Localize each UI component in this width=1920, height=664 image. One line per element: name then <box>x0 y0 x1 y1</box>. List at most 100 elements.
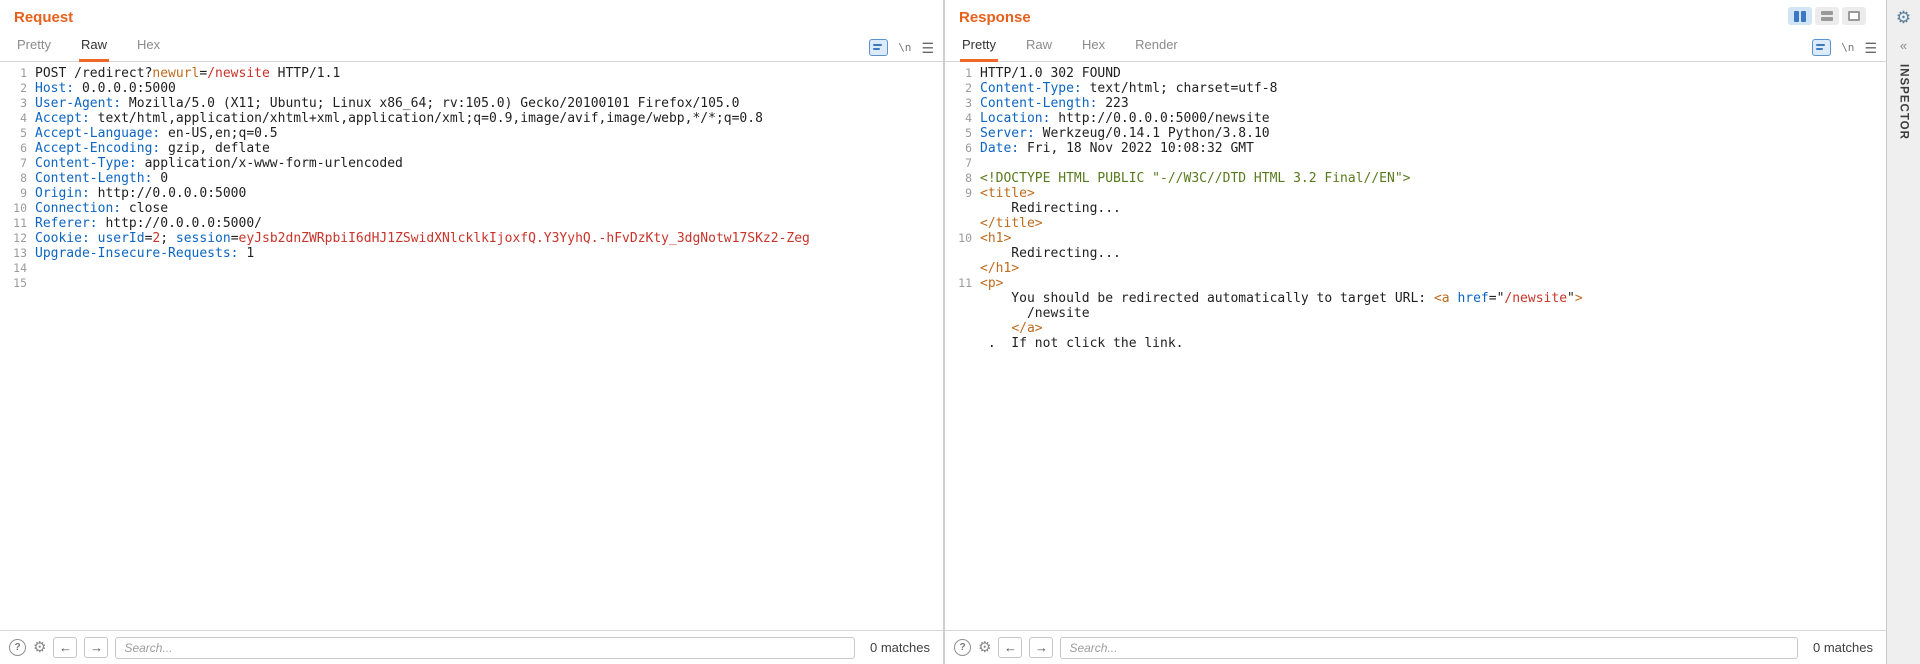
show-newlines-button[interactable]: \n <box>1841 42 1854 53</box>
tab-pretty[interactable]: Pretty <box>960 37 998 62</box>
help-icon[interactable]: ? <box>954 639 971 656</box>
help-icon[interactable]: ? <box>9 639 26 656</box>
inspector-rail[interactable]: ⚙ « INSPECTOR <box>1886 0 1920 664</box>
code-line: 8<!DOCTYPE HTML PUBLIC "-//W3C//DTD HTML… <box>945 171 1886 186</box>
code-line: 5Server: Werkzeug/0.14.1 Python/3.8.10 <box>945 126 1886 141</box>
pretty-print-toggle-button[interactable] <box>1812 39 1831 56</box>
code-line: 2Host: 0.0.0.0:5000 <box>0 81 943 96</box>
line-number: 6 <box>945 141 980 156</box>
editor-menu-icon[interactable]: ☰ <box>921 41 934 55</box>
code-line: 7 <box>945 156 1886 171</box>
code-line: 12Cookie: userId=2; session=eyJsb2dnZWRp… <box>0 231 943 246</box>
line-number: 2 <box>0 81 35 96</box>
show-newlines-button[interactable]: \n <box>898 42 911 53</box>
line-number: 8 <box>945 171 980 186</box>
request-panel: Request Pretty Raw Hex \n ☰ 1POST /redirec… <box>0 0 943 664</box>
code-line: Redirecting... <box>945 201 1886 216</box>
request-tabs: Pretty Raw Hex <box>0 37 162 61</box>
tab-hex[interactable]: Hex <box>135 37 162 62</box>
response-tabbar: Pretty Raw Hex Render \n ☰ <box>945 28 1886 62</box>
line-number: 1 <box>945 66 980 81</box>
search-next-button[interactable]: → <box>84 637 108 658</box>
code-line: 13Upgrade-Insecure-Requests: 1 <box>0 246 943 261</box>
line-number: 11 <box>945 276 980 291</box>
code-line: 11Referer: http://0.0.0.0:5000/ <box>0 216 943 231</box>
line-number: 10 <box>945 231 980 246</box>
line-number: 5 <box>0 126 35 141</box>
code-line: 6Accept-Encoding: gzip, deflate <box>0 141 943 156</box>
line-number <box>945 291 980 306</box>
line-number: 14 <box>0 261 35 276</box>
request-panel-title: Request <box>0 0 943 28</box>
layout-single-button[interactable] <box>1842 7 1866 25</box>
line-number: 4 <box>0 111 35 126</box>
rows-icon <box>1821 11 1833 21</box>
layout-rows-button[interactable] <box>1815 7 1839 25</box>
code-line: 1HTTP/1.0 302 FOUND <box>945 66 1886 81</box>
tab-pretty[interactable]: Pretty <box>15 37 53 62</box>
line-number: 9 <box>0 186 35 201</box>
line-number: 3 <box>945 96 980 111</box>
line-number: 4 <box>945 111 980 126</box>
line-number <box>945 306 980 321</box>
line-number: 5 <box>945 126 980 141</box>
search-input[interactable] <box>115 637 855 659</box>
search-settings-gear-icon[interactable]: ⚙ <box>978 640 991 655</box>
collapse-inspector-icon[interactable]: « <box>1900 39 1907 52</box>
line-number: 7 <box>0 156 35 171</box>
request-searchbar: ? ⚙ ← → 0 matches <box>0 630 943 664</box>
code-line: You should be redirected automatically t… <box>945 291 1886 306</box>
response-view-buttons: \n ☰ <box>1812 39 1877 56</box>
code-line: 2Content-Type: text/html; charset=utf-8 <box>945 81 1886 96</box>
code-line: 15 <box>0 276 943 291</box>
editor-menu-icon[interactable]: ☰ <box>1864 41 1877 55</box>
settings-gear-icon[interactable]: ⚙ <box>1896 9 1911 26</box>
search-prev-button[interactable]: ← <box>53 637 77 658</box>
line-number <box>945 321 980 336</box>
code-line: 9<title> <box>945 186 1886 201</box>
search-matches-count: 0 matches <box>1813 640 1873 655</box>
response-editor[interactable]: 1HTTP/1.0 302 FOUND2Content-Type: text/h… <box>945 62 1886 630</box>
inspector-label[interactable]: INSPECTOR <box>1898 64 1910 140</box>
line-number: 8 <box>0 171 35 186</box>
tab-render[interactable]: Render <box>1133 37 1180 62</box>
response-panel-title: Response <box>945 0 1886 28</box>
line-number: 3 <box>0 96 35 111</box>
line-number: 7 <box>945 156 980 171</box>
code-line: 3User-Agent: Mozilla/5.0 (X11; Ubuntu; L… <box>0 96 943 111</box>
line-number: 1 <box>0 66 35 81</box>
search-prev-button[interactable]: ← <box>998 637 1022 658</box>
formatted-doc-icon <box>869 39 888 56</box>
line-number: 13 <box>0 246 35 261</box>
line-number: 15 <box>0 276 35 291</box>
response-panel: Response Pretty Raw Hex Render \n ☰ 1HTTP/1… <box>945 0 1886 664</box>
response-tabs: Pretty Raw Hex Render <box>945 37 1180 61</box>
search-next-button[interactable]: → <box>1029 637 1053 658</box>
tab-raw[interactable]: Raw <box>1024 37 1054 62</box>
search-settings-gear-icon[interactable]: ⚙ <box>33 640 46 655</box>
layout-toggle-group <box>1788 7 1866 25</box>
line-number: 6 <box>0 141 35 156</box>
http-message-viewer: Request Pretty Raw Hex \n ☰ 1POST /redirec… <box>0 0 1920 664</box>
code-line: 6Date: Fri, 18 Nov 2022 10:08:32 GMT <box>945 141 1886 156</box>
line-number: 12 <box>0 231 35 246</box>
code-line: 3Content-Length: 223 <box>945 96 1886 111</box>
request-editor[interactable]: 1POST /redirect?newurl=/newsite HTTP/1.1… <box>0 62 943 630</box>
code-line: 10Connection: close <box>0 201 943 216</box>
search-input[interactable] <box>1060 637 1798 659</box>
single-pane-icon <box>1848 11 1860 21</box>
code-line: 9Origin: http://0.0.0.0:5000 <box>0 186 943 201</box>
request-view-buttons: \n ☰ <box>869 39 934 56</box>
code-line: 1POST /redirect?newurl=/newsite HTTP/1.1 <box>0 66 943 81</box>
pretty-print-toggle-button[interactable] <box>869 39 888 56</box>
tab-raw[interactable]: Raw <box>79 37 109 62</box>
code-line: </h1> <box>945 261 1886 276</box>
line-number <box>945 336 980 351</box>
tab-hex[interactable]: Hex <box>1080 37 1107 62</box>
layout-columns-button[interactable] <box>1788 7 1812 25</box>
line-number: 2 <box>945 81 980 96</box>
code-line: </title> <box>945 216 1886 231</box>
columns-icon <box>1794 11 1799 22</box>
code-line: /newsite <box>945 306 1886 321</box>
code-line: 4Accept: text/html,application/xhtml+xml… <box>0 111 943 126</box>
